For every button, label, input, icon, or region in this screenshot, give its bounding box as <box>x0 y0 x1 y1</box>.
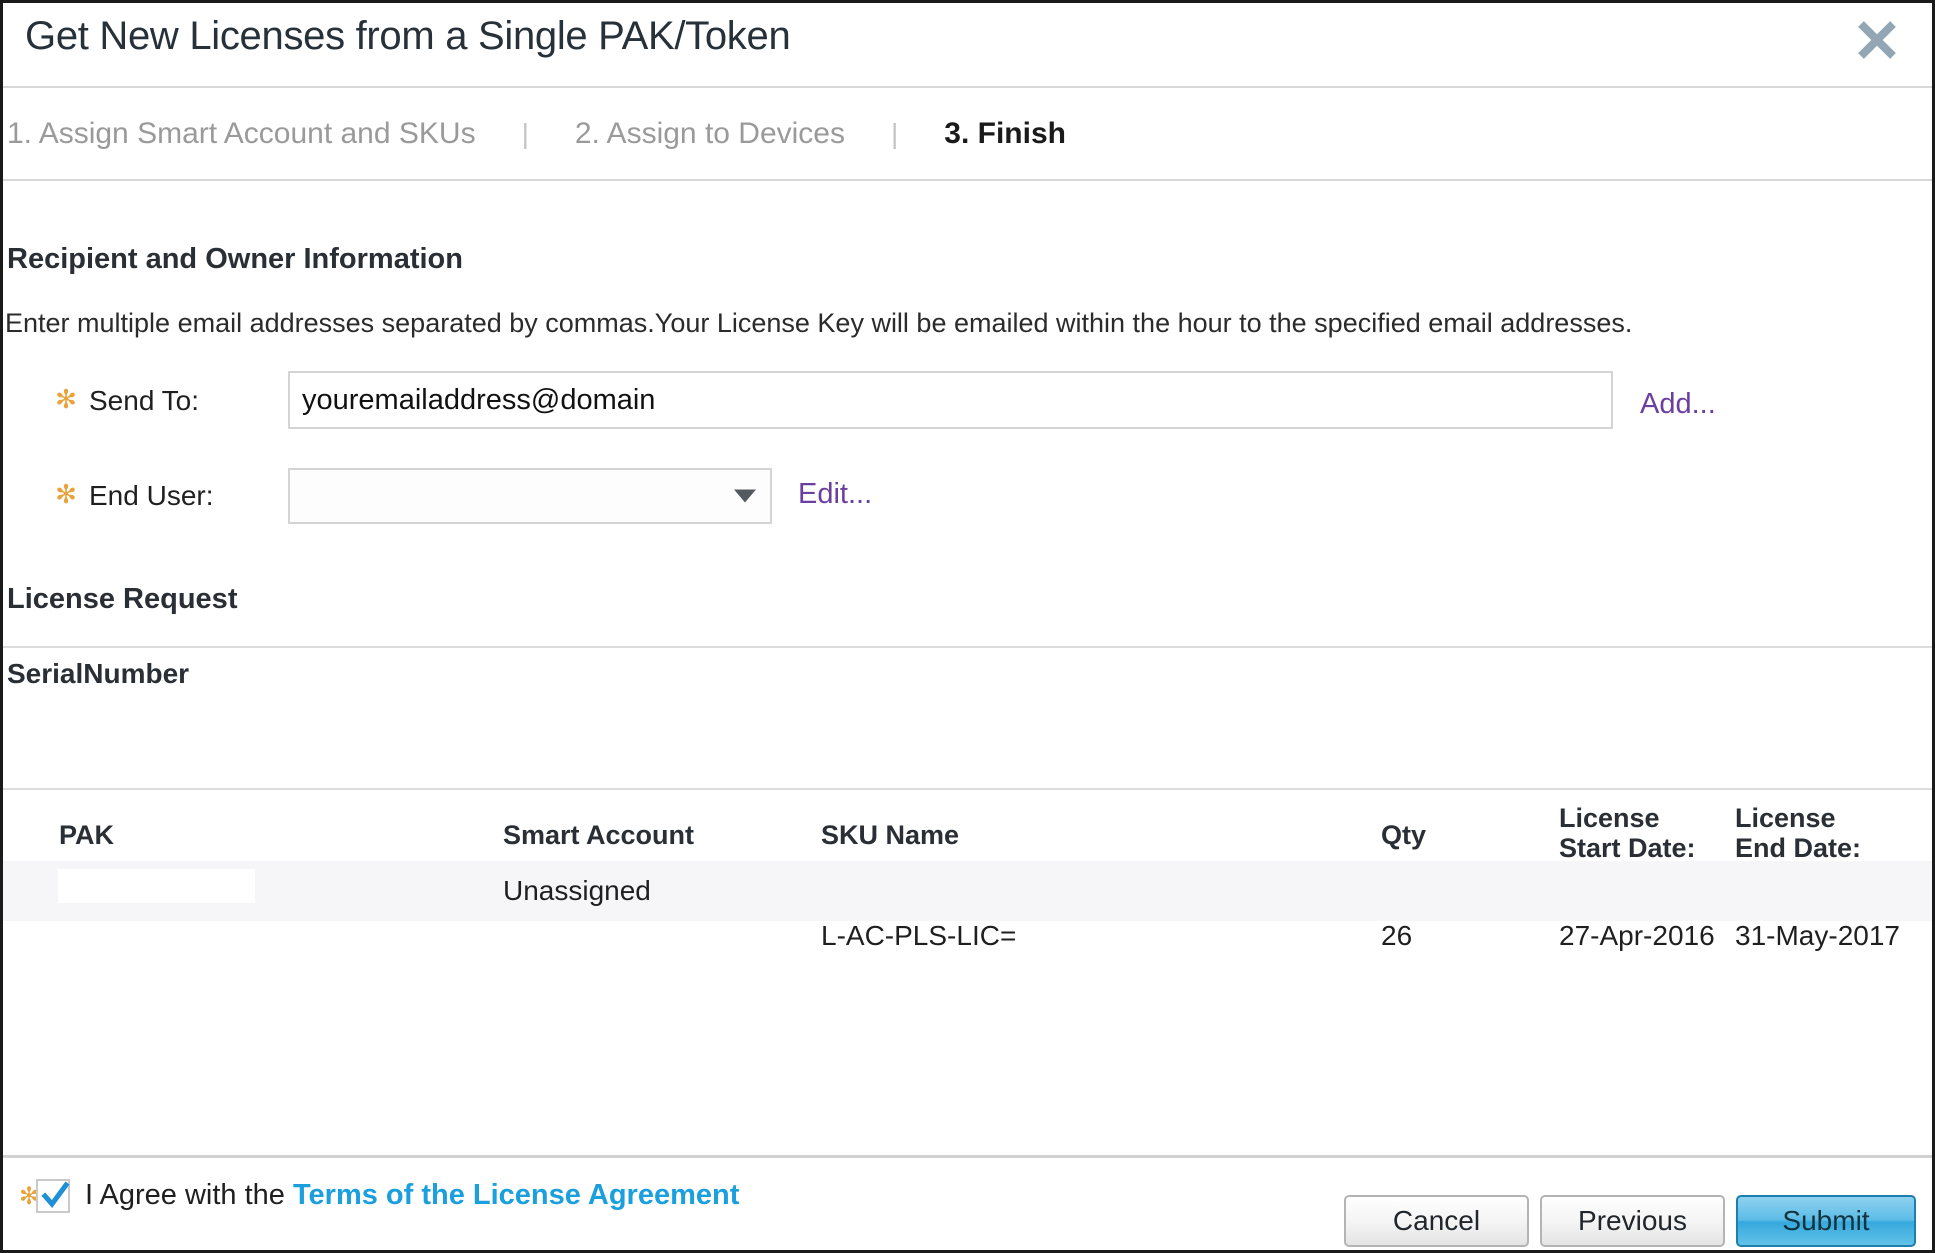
wizard-steps: 1. Assign Smart Account and SKUs | 2. As… <box>3 88 1932 181</box>
step-1-assign-smart-account-and-skus[interactable]: 1. Assign Smart Account and SKUs <box>7 117 476 151</box>
send-to-row: ✻ Send To: <box>3 373 199 429</box>
page-title: Get New Licenses from a Single PAK/Token <box>25 14 791 58</box>
cell-qty-row-2: 26 <box>1381 920 1413 951</box>
required-asterisk-end-user: ✻ <box>55 479 77 509</box>
step-2-assign-to-devices[interactable]: 2. Assign to Devices <box>575 117 845 151</box>
add-recipient-link[interactable]: Add... <box>1640 388 1716 421</box>
end-user-label: End User: <box>89 480 214 511</box>
cell-sku-name-row-2: L-AC-PLS-LIC= <box>821 920 1017 951</box>
table-row <box>3 861 1932 921</box>
send-to-input[interactable] <box>288 371 1613 429</box>
recipient-section-heading: Recipient and Owner Information <box>7 243 463 275</box>
license-request-heading: License Request <box>7 583 238 615</box>
previous-button[interactable]: Previous <box>1540 1195 1725 1247</box>
cancel-button[interactable]: Cancel <box>1344 1195 1529 1247</box>
end-user-row: ✻ End User: <box>3 468 214 524</box>
close-icon[interactable] <box>1846 9 1908 71</box>
column-header-license-end-date: License End Date: <box>1735 803 1862 864</box>
agree-prefix-label: I Agree with the <box>85 1179 293 1211</box>
cell-license-end-date-row-2: 31-May-2017 <box>1735 920 1900 951</box>
required-asterisk-send-to: ✻ <box>55 384 77 414</box>
step-3-finish[interactable]: 3. Finish <box>944 117 1066 151</box>
serial-number-label: SerialNumber <box>7 658 190 689</box>
divider-footer <box>3 1155 1932 1158</box>
send-to-label: Send To: <box>89 385 200 416</box>
column-header-sku-name: SKU Name <box>821 820 960 850</box>
submit-button[interactable]: Submit <box>1736 1195 1916 1247</box>
edit-end-user-link[interactable]: Edit... <box>798 478 872 511</box>
cell-license-start-date-row-2: 27-Apr-2016 <box>1559 920 1715 951</box>
recipient-helper-text: Enter multiple email addresses separated… <box>5 308 1633 338</box>
step-separator-2: | <box>891 117 899 149</box>
divider-table-top <box>3 788 1932 790</box>
agree-checkbox[interactable] <box>36 1179 70 1213</box>
dialog-title-bar: Get New Licenses from a Single PAK/Token <box>3 3 1932 88</box>
cell-smart-account-row-1: Unassigned <box>503 875 651 906</box>
step-separator-1: | <box>521 117 529 149</box>
divider-serial-top <box>3 646 1932 648</box>
end-user-select[interactable] <box>288 468 772 524</box>
licensing-dialog: Get New Licenses from a Single PAK/Token… <box>0 0 1935 1253</box>
terms-of-license-agreement-link[interactable]: Terms of the License Agreement <box>293 1179 739 1211</box>
column-header-pak: PAK <box>59 820 115 850</box>
chevron-down-icon <box>734 489 756 503</box>
column-header-smart-account: Smart Account <box>503 820 695 850</box>
agree-text: I Agree with the Terms of the License Ag… <box>85 1179 739 1212</box>
column-header-license-start-date: License Start Date: <box>1559 803 1696 864</box>
column-header-qty: Qty <box>1381 820 1427 850</box>
check-icon <box>41 1181 70 1208</box>
pak-value-redacted <box>58 869 255 903</box>
